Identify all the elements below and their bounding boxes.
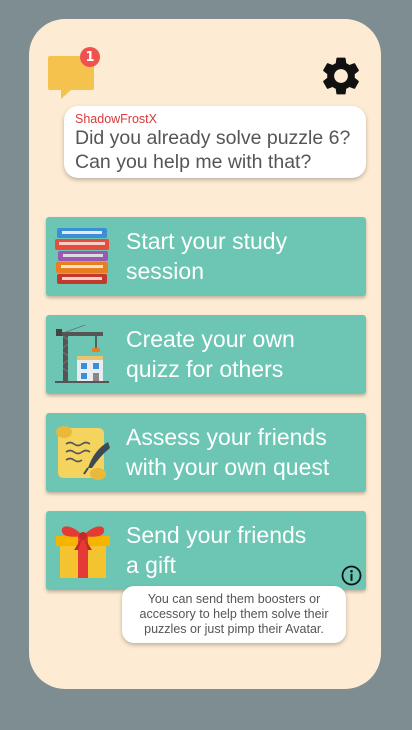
message-sender: ShadowFrostX — [75, 112, 157, 126]
scroll-quill-icon — [56, 426, 110, 480]
gear-icon — [323, 57, 359, 95]
settings-button[interactable] — [318, 53, 364, 99]
send-gift-label: Send your friends a gift — [126, 522, 307, 578]
send-gift-button[interactable]: Send your friends a gift — [46, 511, 366, 590]
assess-friends-button[interactable]: Assess your friends with your own quest — [46, 413, 366, 492]
gift-icon — [56, 526, 110, 578]
assess-friends-label: Assess your friends with your own quest — [126, 424, 330, 480]
study-session-button[interactable]: Start your study session — [46, 217, 366, 296]
create-quizz-label: Create your own quizz for others — [126, 326, 295, 382]
message-bubble[interactable]: ShadowFrostX Did you already solve puzzl… — [64, 106, 366, 178]
gift-tooltip: You can send them boosters or accessory … — [122, 586, 346, 643]
create-quizz-button[interactable]: Create your own quizz for others — [46, 315, 366, 394]
study-session-label: Start your study session — [126, 228, 288, 284]
notification-badge: 1 — [80, 47, 100, 67]
crane-building-icon — [55, 325, 109, 383]
info-button[interactable] — [341, 565, 362, 586]
chat-button[interactable]: 1 — [47, 47, 100, 100]
message-text: Did you already solve puzzle 6? Can you … — [75, 127, 351, 173]
info-icon — [341, 565, 362, 586]
books-icon — [55, 228, 109, 284]
